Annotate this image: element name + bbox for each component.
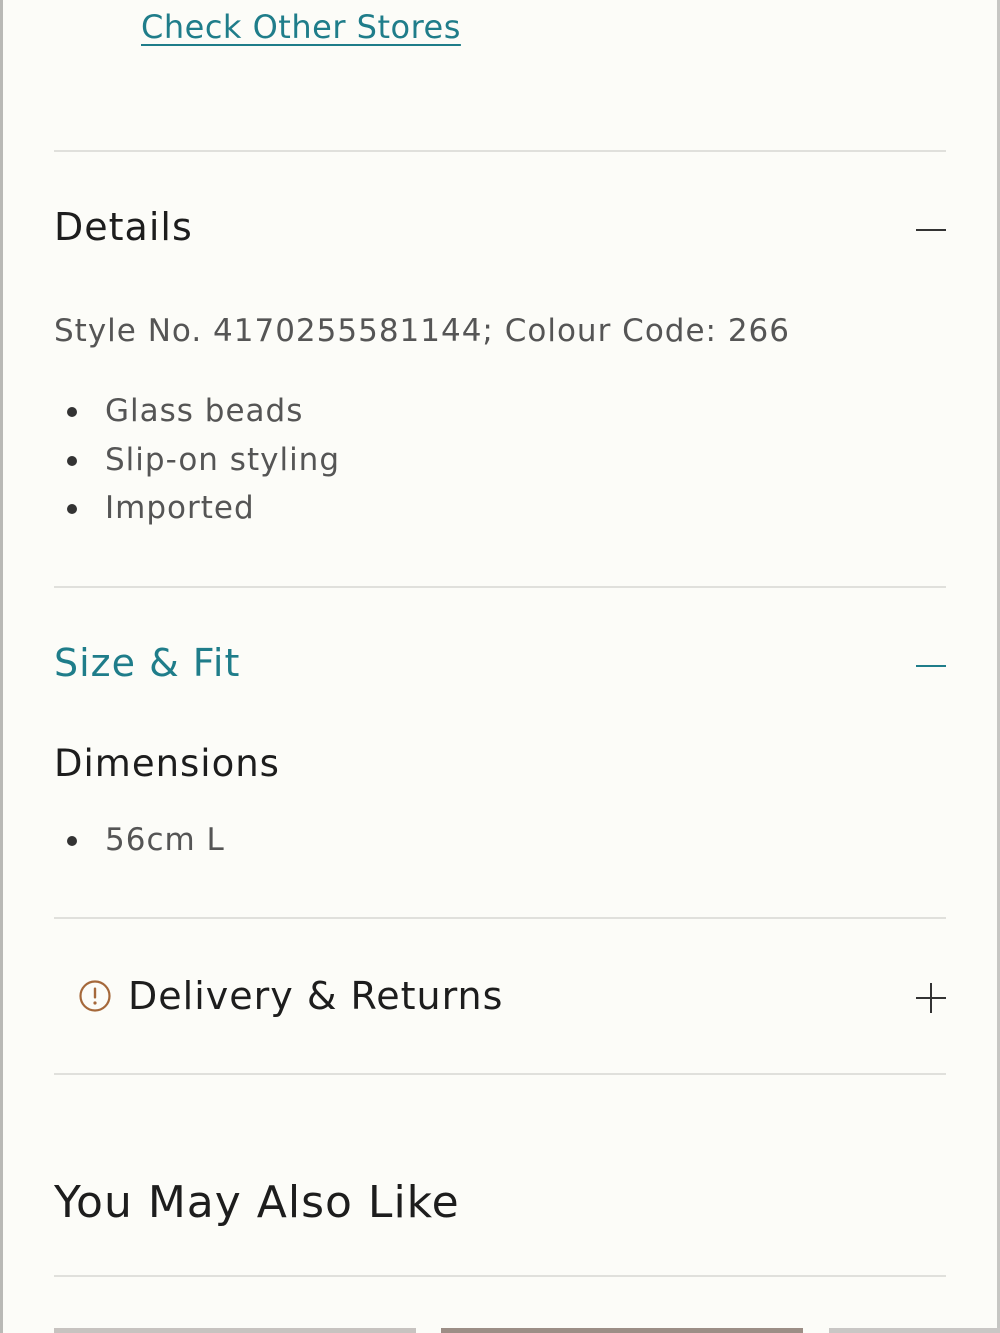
details-title[interactable]: Details [54, 205, 193, 249]
feature-text: Slip-on styling [105, 441, 341, 478]
divider [54, 150, 946, 152]
dimensions-list: 56cm L [54, 816, 225, 865]
divider [54, 1073, 946, 1075]
delivery-returns-title: Delivery & Returns [128, 974, 504, 1018]
details-collapse-toggle[interactable] [916, 215, 946, 245]
product-thumbnail[interactable] [441, 1328, 803, 1333]
style-number-line: Style No. 4170255581144; Colour Code: 26… [54, 313, 791, 349]
bullet-icon [67, 836, 77, 846]
divider [54, 586, 946, 588]
delivery-expand-toggle[interactable] [916, 983, 946, 1013]
check-other-stores-link[interactable]: Check Other Stores [141, 8, 461, 46]
bullet-icon [67, 455, 77, 466]
list-item: Glass beads [54, 387, 340, 436]
feature-text: Glass beads [105, 393, 304, 429]
you-may-also-like-title: You May Also Like [54, 1177, 460, 1228]
info-circle-icon [79, 980, 111, 1012]
size-fit-title[interactable]: Size & Fit [54, 641, 240, 685]
feature-text: Imported [105, 490, 255, 526]
plus-icon-vertical [930, 983, 932, 1013]
product-thumbnail[interactable] [54, 1328, 416, 1333]
list-item: 56cm L [54, 816, 225, 865]
size-fit-collapse-toggle[interactable] [916, 651, 946, 681]
details-feature-list: Glass beads Slip-on styling Imported [54, 387, 340, 533]
delivery-returns-header[interactable]: Delivery & Returns [79, 970, 503, 1022]
divider [54, 917, 946, 919]
bullet-icon [67, 407, 77, 417]
dimension-text: 56cm L [105, 822, 225, 858]
list-item: Imported [54, 484, 340, 533]
divider [54, 1275, 946, 1277]
window-edge-left [0, 0, 3, 1333]
bullet-icon [67, 504, 77, 514]
dimensions-title: Dimensions [54, 742, 280, 785]
minus-icon [916, 665, 946, 667]
minus-icon [916, 229, 946, 231]
list-item: Slip-on styling [54, 436, 340, 485]
product-thumbnail[interactable] [829, 1328, 1000, 1333]
